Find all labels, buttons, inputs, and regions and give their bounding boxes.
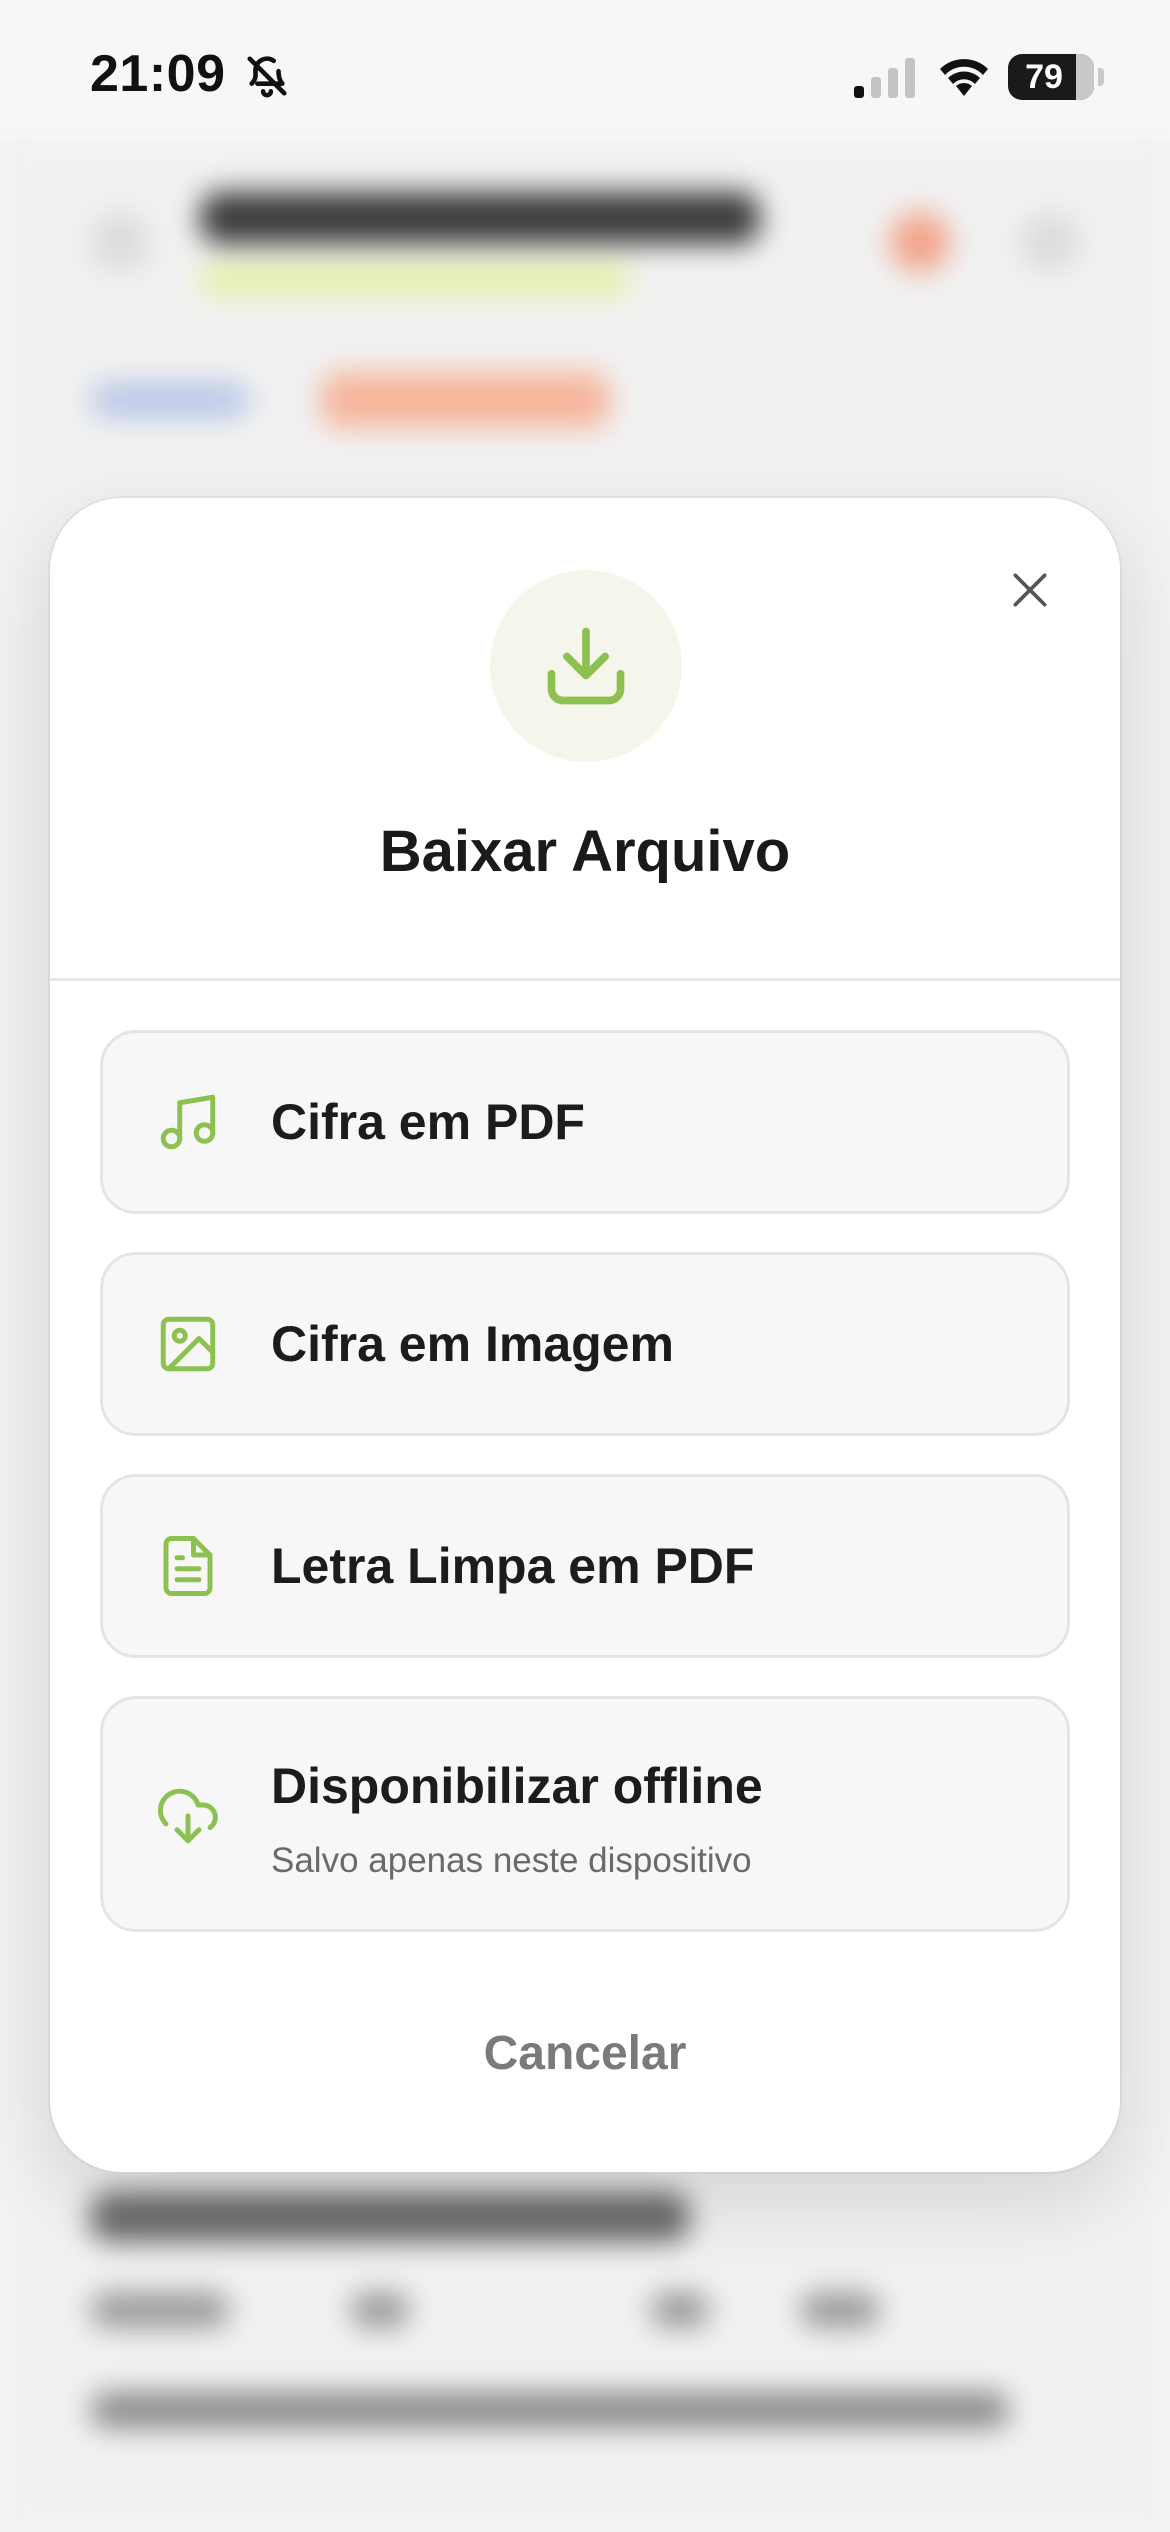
option-label: Letra Limpa em PDF [271,1538,755,1594]
option-sublabel: Salvo apenas neste dispositivo [271,1841,752,1880]
document-icon [163,1536,213,1596]
bell-slash-icon [247,56,287,98]
status-bar: 21:09 79 [0,0,1170,142]
bg-menu [1020,212,1080,272]
bg-title [200,192,760,244]
header-icon-circle [490,570,682,762]
bg-subtitle [200,267,630,293]
image-icon [160,1316,216,1372]
option-cifra-imagem[interactable]: Cifra em Imagem [100,1252,1070,1436]
download-icon [547,627,625,705]
bg-tab [90,382,250,418]
option-cifra-pdf[interactable]: Cifra em PDF [100,1030,1070,1214]
bg-line-6 [90,2392,1010,2428]
cellular-signal-icon [854,58,915,98]
bg-line-4 [650,2292,710,2328]
bg-line-3 [350,2292,410,2328]
option-label: Cifra em PDF [271,1094,585,1150]
cloud-download-icon [158,1788,218,1844]
bg-tag [320,372,610,428]
bg-line-1 [90,2192,690,2242]
cancel-button[interactable]: Cancelar [385,2014,785,2094]
bg-line-5 [800,2292,880,2328]
battery-icon: 79 [1008,54,1094,100]
music-note-icon [160,1094,216,1150]
option-label: Disponibilizar offline [271,1758,763,1814]
close-icon [1013,573,1047,607]
download-modal: Baixar Arquivo Cifra em PDF Cifra em Ima… [50,498,1120,2172]
status-time: 21:09 [90,45,226,103]
divider [50,978,1120,981]
battery-level: 79 [1025,58,1063,96]
wifi-icon [940,59,988,96]
bg-back-button [90,212,150,272]
option-disponibilizar-offline[interactable]: Disponibilizar offline Salvo apenas nest… [100,1696,1070,1932]
option-label: Cifra em Imagem [271,1316,674,1372]
close-button[interactable] [990,550,1070,630]
bg-avatar [890,212,950,272]
modal-title: Baixar Arquivo [379,819,791,884]
option-letra-limpa-pdf[interactable]: Letra Limpa em PDF [100,1474,1070,1658]
bg-line-2 [90,2292,230,2328]
